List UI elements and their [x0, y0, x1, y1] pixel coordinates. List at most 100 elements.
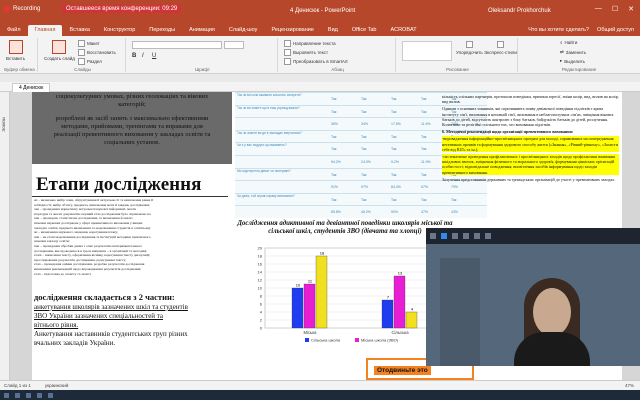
quick-styles-button[interactable]: Экспресс-стили — [484, 41, 517, 55]
text-direction-button[interactable]: Направление текста — [284, 40, 336, 47]
settings-icon[interactable] — [485, 233, 491, 239]
photo-line: категорій; — [118, 101, 146, 108]
ribbon-tabs: Файл Главная Вставка Конструктор Переход… — [0, 22, 640, 36]
overlay-text: Отодвиньте это — [374, 366, 431, 375]
taskbar-app-icon[interactable] — [48, 392, 53, 398]
new-slide-button[interactable]: Создать слайд — [44, 40, 75, 61]
video-door — [440, 258, 480, 366]
camera-icon[interactable] — [441, 233, 447, 239]
replace-button[interactable]: ⇄ Заменить — [560, 49, 586, 55]
search-icon: ⌕ — [560, 40, 563, 45]
right-paragraph: Залучення представників державних та гро… — [442, 176, 616, 182]
font-size-box[interactable] — [224, 41, 244, 49]
video-call-window[interactable] — [426, 228, 640, 366]
document-title: 4 Денисюк - PowerPoint — [290, 8, 356, 14]
underline-button[interactable]: U — [152, 53, 156, 59]
status-bar: Слайд 1 из 1 украинский 47% — [0, 380, 640, 390]
table-cell: 90% — [391, 210, 399, 215]
record-dot-icon — [4, 6, 10, 12]
right-paragraph: 6. Методичні рекомендації щодо організац… — [442, 129, 574, 135]
table-cell: Так — [421, 97, 427, 101]
tab-office-tab[interactable]: Office Tab — [345, 25, 384, 36]
group-editing: ⌕ Найти ⇄ Заменить ▸ Выделить Редактировани… — [560, 40, 597, 72]
start-icon[interactable] — [4, 392, 9, 398]
tab-home[interactable]: Главная — [27, 25, 63, 36]
taskbar-app-icon[interactable] — [15, 392, 20, 398]
find-button[interactable]: ⌕ Найти — [560, 40, 577, 45]
legend-swatch — [305, 338, 309, 342]
legend-label: Міська школа (ЗВО) — [361, 338, 399, 343]
italic-button[interactable]: I — [142, 53, 144, 59]
tab-animations[interactable]: Анимация — [182, 25, 222, 36]
tab-design[interactable]: Конструктор — [97, 25, 142, 36]
tab-transitions[interactable]: Переходы — [142, 25, 182, 36]
align-text-button[interactable]: Выровнять текст — [284, 49, 328, 56]
bold-button[interactable]: B — [132, 53, 136, 59]
legend-label: Сільська школа — [311, 338, 341, 343]
table-question: Так чи ви знаєте що в наш учрежд важли? — [237, 105, 300, 110]
close-button[interactable]: ✕ — [628, 5, 634, 13]
tab-view[interactable]: Вид — [321, 25, 345, 36]
layout-button[interactable]: Макет — [78, 40, 100, 47]
table-cell: Так — [361, 134, 367, 139]
table-cell: 36% — [331, 122, 339, 127]
user-name[interactable]: Oleksandr Prokhorchuk — [488, 8, 551, 14]
table-cell: Так — [391, 109, 397, 114]
tab-slideshow[interactable]: Слайд-шоу — [222, 25, 265, 36]
table-question: Так чи знаєте ви де в закладах звертатис… — [237, 130, 302, 135]
paste-button[interactable]: Вставить — [6, 40, 25, 61]
table-cell: 45.2% — [361, 210, 371, 215]
parts-line: Анкетування наставників студентських гру… — [34, 330, 188, 338]
right-paragraph: -впровадження інформаційно-просвітницьки… — [442, 136, 619, 153]
recording-label: Recording — [13, 6, 41, 12]
thumbnails-label: Эскизы — [1, 116, 6, 132]
minimize-button[interactable]: — — [595, 5, 602, 13]
zoom-level[interactable]: 47% — [625, 383, 640, 388]
taskbar-app-icon[interactable] — [37, 392, 42, 398]
tab-acrobat[interactable]: ACROBAT — [383, 25, 423, 36]
maximize-button[interactable]: ☐ — [612, 5, 618, 13]
chart-svg: 02468101214161820101118Міська7134Сільськ… — [258, 246, 446, 343]
window-icon[interactable] — [452, 233, 458, 239]
language-indicator[interactable]: украинский — [45, 383, 68, 388]
reset-button[interactable]: Восстановить — [78, 49, 116, 56]
tab-review[interactable]: Рецензирование — [264, 25, 320, 36]
font-name-box[interactable] — [132, 41, 222, 49]
data-label: 18 — [320, 251, 325, 256]
table-cell: 11.6% — [421, 122, 431, 127]
heading-divider — [32, 196, 228, 197]
table-cell: 47% — [421, 210, 429, 215]
document-tabbar: 4 Денисюк — [0, 82, 640, 92]
table-cell: Так — [331, 97, 337, 101]
table-question: Ми підстерегли дівчат чи опитувані? — [237, 168, 291, 173]
right-paragraph: -систематичне проведення профілактичних … — [442, 154, 619, 175]
thumbnails-pane[interactable]: Эскизы — [0, 92, 10, 380]
table-question: Чи девіз, той справ справу виховання? — [237, 193, 295, 198]
tab-insert[interactable]: Вставка — [62, 25, 96, 36]
smartart-button[interactable]: Преобразовать в SmartArt — [284, 58, 348, 65]
window-icon[interactable] — [463, 233, 469, 239]
bar-chart[interactable]: Дослідження адиктивної та девіантної пов… — [235, 218, 453, 350]
y-tick-label: 16 — [258, 262, 263, 267]
section-button[interactable]: Раздел — [78, 58, 102, 65]
tab-file[interactable]: Файл — [0, 25, 28, 36]
document-tab[interactable]: 4 Денисюк — [12, 83, 51, 92]
group-drawing: Упорядочить Экспресс-стили Рисование — [398, 38, 518, 72]
grid-view-icon[interactable] — [430, 233, 436, 239]
chart-title: Дослідження адиктивної та девіантної пов… — [237, 220, 453, 235]
photo-line: розроблені як засіб занять з максимально… — [55, 115, 209, 122]
taskbar-app-icon[interactable] — [26, 392, 31, 398]
tell-me-search[interactable]: Что вы хотите сделать? — [528, 27, 589, 33]
table-cell: Так — [421, 109, 427, 114]
group-paragraph: Направление текста Выровнять текст Преоб… — [280, 38, 396, 72]
shapes-gallery[interactable] — [402, 41, 452, 61]
arrange-button[interactable]: Упорядочить — [456, 41, 483, 55]
table-cell: 9.2% — [391, 160, 399, 164]
table-cell: 34% — [361, 122, 369, 127]
share-button[interactable]: Общий доступ — [597, 27, 634, 33]
layout-icon — [78, 40, 85, 47]
window-icon[interactable] — [474, 233, 480, 239]
y-tick-label: 18 — [258, 254, 263, 259]
select-button[interactable]: ▸ Выделить — [560, 58, 585, 64]
table-cell: Так — [331, 109, 337, 114]
